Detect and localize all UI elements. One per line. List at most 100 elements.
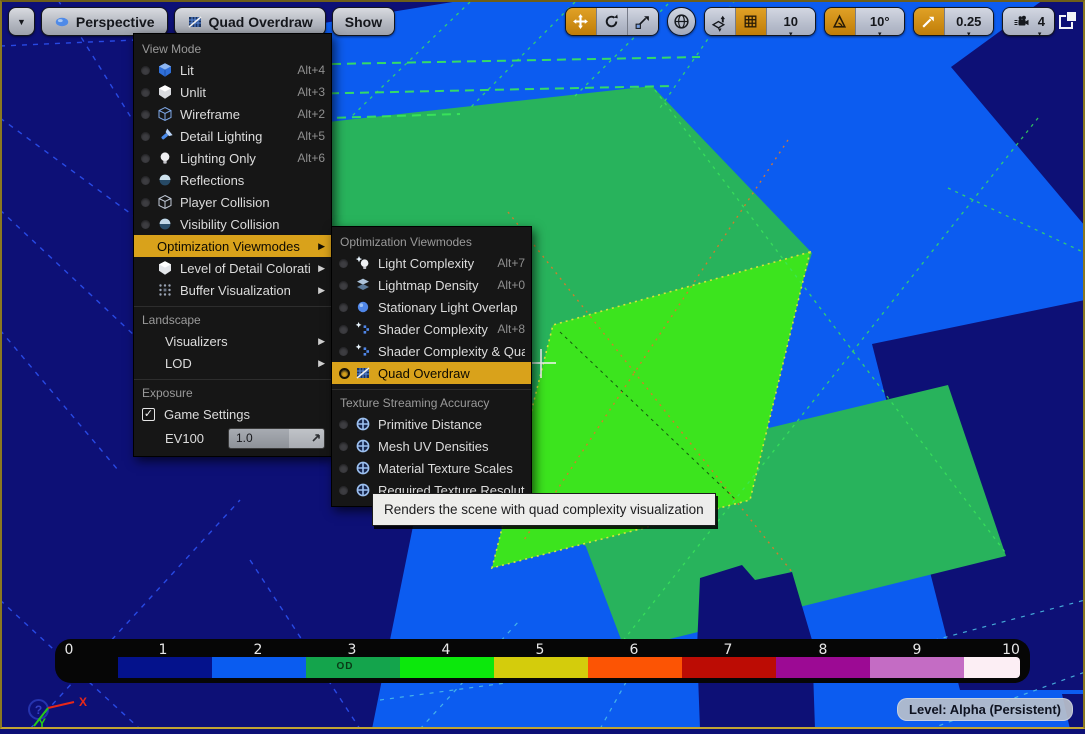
submenu-arrow-icon: ▶ — [318, 241, 325, 252]
camera-speed-group: 4 ▾ — [1002, 7, 1055, 36]
move-tool-button[interactable] — [566, 8, 597, 35]
submenu-item-mesh-uv-densities[interactable]: Mesh UV Densities — [332, 435, 531, 457]
radio-icon — [141, 198, 150, 207]
menu-item-wireframe[interactable]: Wireframe Alt+2 — [134, 103, 331, 125]
menu-item-lighting-only[interactable]: Lighting Only Alt+6 — [134, 147, 331, 169]
legend-tick: 10 — [1002, 642, 1020, 658]
world-coordinate-button[interactable] — [668, 8, 695, 35]
globe-icon — [673, 13, 690, 30]
radio-icon — [141, 110, 150, 119]
rotation-snap-value[interactable]: 10° ▾ — [856, 8, 904, 36]
submenu-arrow-icon: ▶ — [318, 263, 325, 274]
radio-icon — [339, 420, 348, 429]
camera-speed-button[interactable]: 4 ▾ — [1003, 8, 1054, 36]
menu-item-detail-lighting[interactable]: Detail Lighting Alt+5 — [134, 125, 331, 147]
menu-item-lod[interactable]: LOD ▶ — [134, 352, 331, 374]
lightmap-density-icon — [355, 277, 371, 293]
menu-item-visualizers[interactable]: Visualizers ▶ — [134, 330, 331, 352]
legend-segment — [776, 657, 870, 678]
legend-tick: 4 — [442, 642, 451, 658]
legend-segment — [212, 657, 306, 678]
show-button[interactable]: Show — [332, 7, 395, 36]
menu-item-optimization-viewmodes[interactable]: Optimization Viewmodes ▶ — [134, 235, 331, 257]
viewmode-button[interactable]: Quad Overdraw — [174, 7, 326, 36]
level-badge: Level: Alpha (Persistent) — [897, 698, 1073, 721]
submenu-arrow-icon: ▶ — [318, 358, 325, 369]
dropdown-caret-icon: ▼ — [17, 17, 26, 27]
legend-tick: 7 — [724, 642, 733, 658]
menu-item-lod-coloration[interactable]: Level of Detail Coloration ▶ — [134, 257, 331, 279]
ev100-spinbox[interactable]: 1.0 — [228, 428, 325, 449]
drag-resize-icon — [310, 432, 322, 444]
perspective-icon — [54, 14, 70, 30]
x-axis-line — [48, 702, 74, 708]
menu-item-unlit[interactable]: Unlit Alt+3 — [134, 81, 331, 103]
submenu-item-quad-overdraw[interactable]: Quad Overdraw — [332, 362, 531, 384]
texture-accuracy-icon — [355, 460, 371, 476]
submenu-item-material-texture-scales[interactable]: Material Texture Scales — [332, 457, 531, 479]
submenu-item-primitive-distance[interactable]: Primitive Distance — [332, 413, 531, 435]
sphere-icon — [157, 172, 173, 188]
menu-item-visibility-collision[interactable]: Visibility Collision — [134, 213, 331, 235]
wireframe-cube-icon — [157, 106, 173, 122]
submenu-item-stationary-light-overlap[interactable]: Stationary Light Overlap — [332, 296, 531, 318]
grid-icon — [742, 13, 759, 30]
legend-tick: 9 — [913, 642, 922, 658]
legend-color-strip — [118, 657, 1020, 678]
menu-item-ev100: EV100 1.0 — [134, 425, 331, 451]
legend-segment — [400, 657, 494, 678]
rotation-snap-toggle[interactable] — [825, 8, 856, 35]
show-label: Show — [345, 14, 382, 30]
rotate-tool-button[interactable] — [597, 8, 628, 35]
radio-icon — [339, 281, 348, 290]
x-axis-label: X — [79, 695, 87, 709]
radio-selected-icon — [339, 368, 350, 379]
viewport-options-button[interactable]: ▼ — [8, 7, 35, 36]
grid-snap-value[interactable]: 10 ▾ — [767, 8, 815, 36]
viewport-toolbar-right: ▾ 10 ▾ 10° ▾ — [565, 7, 1055, 36]
landscape-header: Landscape — [134, 307, 331, 330]
light-overlap-icon — [355, 299, 371, 315]
shader-complexity-icon — [355, 321, 371, 337]
legend-segment — [118, 657, 212, 678]
legend-segment — [494, 657, 588, 678]
perspective-button[interactable]: Perspective — [41, 7, 168, 36]
submenu-item-shader-complexity-quads[interactable]: Shader Complexity & Quads — [332, 340, 531, 362]
menu-item-game-settings[interactable]: ✓ Game Settings — [134, 403, 331, 425]
maximize-viewport-button[interactable] — [1059, 11, 1077, 29]
submenu-item-light-complexity[interactable]: Light Complexity Alt+7 — [332, 252, 531, 274]
menu-item-buffer-visualization[interactable]: Buffer Visualization ▶ — [134, 279, 331, 301]
radio-icon — [141, 88, 150, 97]
exposure-header: Exposure — [134, 380, 331, 403]
scale-snap-toggle[interactable] — [914, 8, 945, 35]
grid-snap-group: ▾ 10 ▾ — [704, 7, 816, 36]
radio-icon — [141, 132, 150, 141]
angle-snap-icon — [831, 13, 848, 30]
unlit-cube-icon — [157, 84, 173, 100]
legend-od-marker: OD — [337, 661, 354, 672]
legend-tick: 6 — [630, 642, 639, 658]
submenu-item-shader-complexity[interactable]: Shader Complexity Alt+8 — [332, 318, 531, 340]
legend-segment — [964, 657, 1020, 678]
texture-streaming-header: Texture Streaming Accuracy — [332, 390, 531, 413]
unreal-editor-viewport: { "toolbar_left": { "dropdown_caret": "▼… — [0, 0, 1085, 729]
grid-snap-toggle[interactable] — [736, 8, 767, 35]
submenu-arrow-icon: ▶ — [318, 285, 325, 296]
menu-item-lit[interactable]: Lit Alt+4 — [134, 59, 331, 81]
checkbox-checked-icon[interactable]: ✓ — [142, 408, 155, 421]
perspective-label: Perspective — [76, 14, 155, 30]
tooltip: Renders the scene with quad complexity v… — [372, 493, 716, 526]
radio-icon — [141, 176, 150, 185]
submenu-item-lightmap-density[interactable]: Lightmap Density Alt+0 — [332, 274, 531, 296]
surface-snap-button[interactable]: ▾ — [705, 8, 736, 35]
legend-tick: 2 — [254, 642, 263, 658]
menu-item-reflections[interactable]: Reflections — [134, 169, 331, 191]
legend-tick: 3 — [348, 642, 357, 658]
quad-overdraw-icon — [187, 14, 203, 30]
scale-snap-value[interactable]: 0.25 ▾ — [945, 8, 993, 36]
optimization-viewmodes-submenu: Optimization Viewmodes Light Complexity … — [331, 226, 532, 507]
legend-tick: 0 — [65, 642, 74, 658]
scale-tool-button[interactable] — [628, 8, 658, 35]
legend-tick: 5 — [536, 642, 545, 658]
menu-item-player-collision[interactable]: Player Collision — [134, 191, 331, 213]
